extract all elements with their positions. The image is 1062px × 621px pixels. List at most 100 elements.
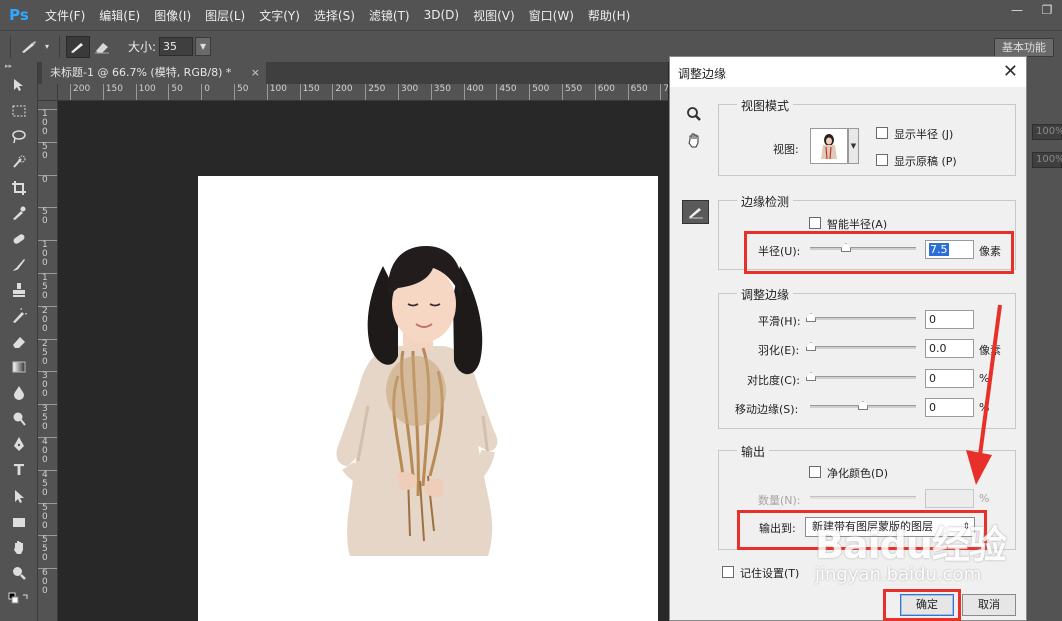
decontaminate-colors-checkbox[interactable] bbox=[809, 466, 821, 478]
tool-preset-dropdown-icon[interactable]: ▾ bbox=[41, 36, 53, 58]
gradient-tool-icon[interactable] bbox=[0, 355, 38, 381]
color-swatches-icon[interactable] bbox=[0, 586, 38, 612]
brush-size-input[interactable]: 35 bbox=[159, 37, 194, 56]
ruler-tick: 600 bbox=[594, 84, 615, 100]
radius-value: 7.5 bbox=[929, 243, 949, 256]
ruler-tick: 1 0 0 bbox=[38, 240, 57, 268]
show-original-label[interactable]: 显示原稿 (P) bbox=[894, 153, 957, 169]
decontaminate-colors-label[interactable]: 净化颜色(D) bbox=[827, 465, 888, 481]
ruler-corner bbox=[38, 84, 58, 101]
menu-type[interactable]: 文字(Y) bbox=[252, 7, 307, 24]
show-radius-label[interactable]: 显示半径 (J) bbox=[894, 126, 953, 142]
show-original-checkbox[interactable] bbox=[876, 154, 888, 166]
refine-radius-tool-icon[interactable] bbox=[17, 36, 41, 58]
document-tab-bar: 未标题-1 @ 66.7% (模特, RGB/8) * × bbox=[38, 62, 668, 84]
pen-tool-icon[interactable] bbox=[0, 432, 38, 458]
close-tab-icon[interactable]: × bbox=[251, 62, 260, 84]
radius-label: 半径(U): bbox=[758, 245, 801, 258]
menu-filter[interactable]: 滤镜(T) bbox=[362, 7, 417, 24]
ruler-tick: 650 bbox=[627, 84, 648, 100]
rectangle-tool-icon[interactable] bbox=[0, 509, 38, 535]
eyedropper-tool-icon[interactable] bbox=[0, 200, 38, 226]
options-separator bbox=[59, 35, 60, 58]
remember-settings-checkbox[interactable] bbox=[722, 566, 734, 578]
workspace-switcher[interactable]: 基本功能 bbox=[994, 38, 1054, 57]
horizontal-ruler: 200 150 100 50 0 50 100 150 200 250 300 350 400 450 50… bbox=[58, 84, 668, 101]
view-mode-dropdown-icon[interactable]: ▼ bbox=[848, 128, 859, 164]
view-preview-thumbnail[interactable] bbox=[810, 128, 848, 164]
blur-tool-icon[interactable] bbox=[0, 380, 38, 406]
move-tool-icon[interactable] bbox=[0, 72, 38, 98]
dialog-title: 调整边缘 bbox=[678, 67, 727, 81]
menu-view[interactable]: 视图(V) bbox=[466, 7, 522, 24]
zoom-tool-icon[interactable] bbox=[0, 560, 38, 586]
menu-select[interactable]: 选择(S) bbox=[307, 7, 362, 24]
menu-edit[interactable]: 编辑(E) bbox=[92, 7, 147, 24]
document-canvas[interactable] bbox=[198, 176, 658, 621]
cancel-button[interactable]: 取消 bbox=[962, 594, 1016, 616]
fill-field[interactable]: 100% bbox=[1032, 152, 1062, 168]
ruler-tick: 1 5 0 bbox=[38, 273, 57, 301]
menu-3d[interactable]: 3D(D) bbox=[417, 8, 466, 22]
clone-stamp-tool-icon[interactable] bbox=[0, 278, 38, 304]
marquee-tool-icon[interactable] bbox=[0, 98, 38, 124]
erase-refinements-icon[interactable] bbox=[90, 36, 114, 58]
quick-selection-tool-icon[interactable] bbox=[0, 149, 38, 175]
adjust-edge-label: 调整边缘 bbox=[737, 286, 794, 303]
output-to-select[interactable]: 新建带有图层蒙版的图层 ⇕ bbox=[805, 517, 975, 537]
healing-brush-tool-icon[interactable] bbox=[0, 226, 38, 252]
smart-radius-checkbox[interactable] bbox=[809, 217, 821, 229]
options-grip bbox=[10, 35, 11, 58]
brush-tool-icon[interactable] bbox=[0, 252, 38, 278]
output-to-label: 输出到: bbox=[759, 522, 796, 535]
restore-button[interactable]: ❐ bbox=[1032, 0, 1062, 22]
contrast-slider[interactable] bbox=[810, 376, 916, 379]
ruler-tick: 5 0 0 bbox=[38, 502, 57, 531]
hand-tool-icon[interactable] bbox=[686, 132, 702, 152]
refine-radius-brush-icon[interactable] bbox=[66, 35, 90, 58]
document-tab[interactable]: 未标题-1 @ 66.7% (模特, RGB/8) * × bbox=[42, 62, 266, 84]
history-brush-tool-icon[interactable] bbox=[0, 303, 38, 329]
dodge-tool-icon[interactable] bbox=[0, 406, 38, 432]
opacity-field[interactable]: 100% bbox=[1032, 124, 1062, 140]
refine-radius-tool-icon[interactable] bbox=[682, 200, 709, 224]
ruler-tick: 450 bbox=[496, 84, 517, 100]
ruler-tick: 100 bbox=[135, 84, 156, 100]
smart-radius-label[interactable]: 智能半径(A) bbox=[827, 216, 887, 232]
girl-cutout-image bbox=[336, 246, 498, 556]
remember-settings-label[interactable]: 记住设置(T) bbox=[740, 565, 799, 581]
edge-detection-label: 边缘检测 bbox=[737, 193, 794, 210]
ok-button[interactable]: 确定 bbox=[900, 594, 954, 616]
hand-tool-icon[interactable] bbox=[0, 534, 38, 560]
ruler-tick: 200 bbox=[70, 84, 90, 100]
type-tool-icon[interactable]: T bbox=[0, 457, 38, 483]
radius-input[interactable]: 7.5 bbox=[925, 240, 974, 259]
brush-size-dropdown-icon[interactable]: ▼ bbox=[195, 37, 212, 56]
crop-tool-icon[interactable] bbox=[0, 175, 38, 201]
lasso-tool-icon[interactable] bbox=[0, 123, 38, 149]
eraser-tool-icon[interactable] bbox=[0, 329, 38, 355]
menu-help[interactable]: 帮助(H) bbox=[581, 7, 637, 24]
path-selection-tool-icon[interactable] bbox=[0, 483, 38, 509]
amount-label: 数量(N): bbox=[758, 494, 801, 507]
show-radius-checkbox[interactable] bbox=[876, 127, 888, 139]
ruler-tick: 0 bbox=[201, 84, 210, 100]
ruler-tick: 550 bbox=[562, 84, 582, 100]
radius-slider[interactable] bbox=[810, 247, 916, 250]
menu-file[interactable]: 文件(F) bbox=[38, 7, 92, 24]
smooth-slider[interactable] bbox=[810, 317, 916, 320]
close-icon[interactable]: ✕ bbox=[1003, 61, 1018, 82]
view-mode-label: 视图模式 bbox=[737, 97, 794, 114]
minimize-button[interactable]: — bbox=[1002, 0, 1032, 22]
canvas-area[interactable] bbox=[58, 101, 668, 621]
zoom-tool-icon[interactable] bbox=[686, 106, 702, 126]
menu-image[interactable]: 图像(I) bbox=[147, 7, 198, 24]
brush-size-label: 大小: bbox=[128, 40, 157, 54]
contrast-label: 对比度(C): bbox=[747, 374, 800, 387]
ruler-tick: 150 bbox=[102, 84, 123, 100]
output-to-value: 新建带有图层蒙版的图层 bbox=[812, 520, 933, 533]
feather-slider[interactable] bbox=[810, 346, 916, 349]
panel-collapse-icon[interactable]: ▸▸ bbox=[0, 62, 37, 72]
menu-layer[interactable]: 图层(L) bbox=[198, 7, 252, 24]
menu-window[interactable]: 窗口(W) bbox=[522, 7, 581, 24]
